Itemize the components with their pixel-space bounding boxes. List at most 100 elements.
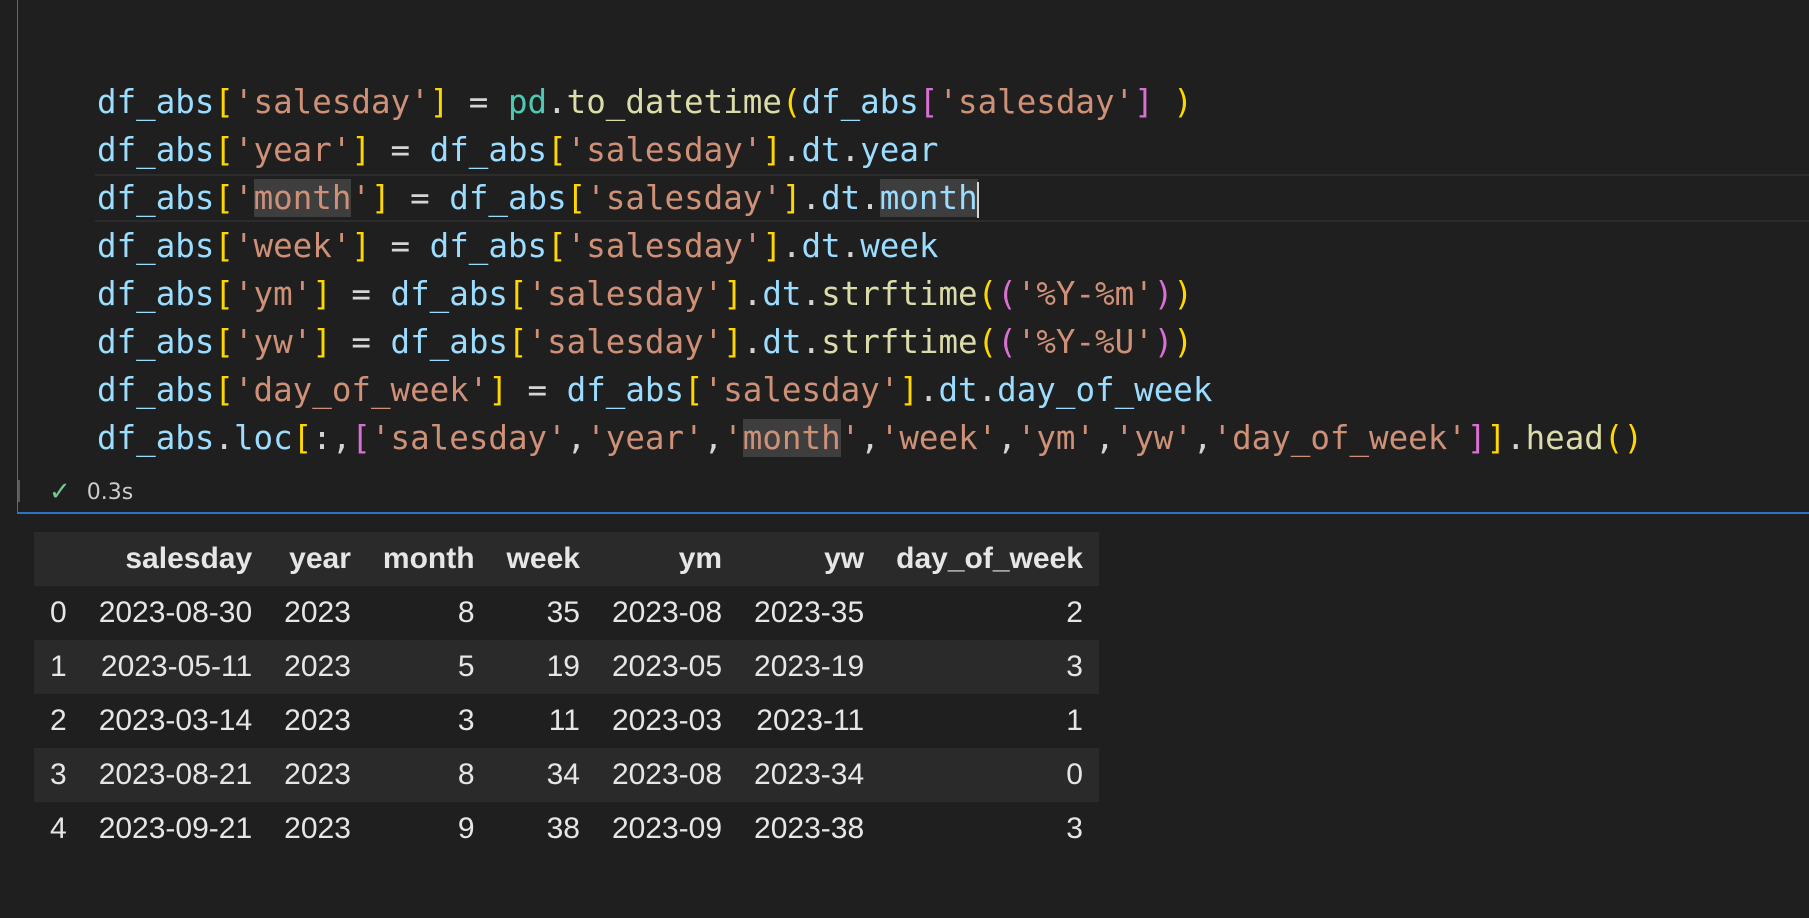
- table-cell: 8: [457, 596, 475, 629]
- cell-output: salesday year month week ym yw day_of_week 0 20…: [34, 532, 1099, 856]
- row-index: 1: [50, 650, 67, 683]
- column-header: salesday: [125, 542, 253, 575]
- row-index: 0: [50, 596, 67, 629]
- code-token: ,: [997, 419, 1017, 457]
- code-editor[interactable]: df_abs['salesday'] = pd.to_datetime(df_a…: [94, 78, 1809, 462]
- code-token: .: [547, 83, 567, 121]
- table-cell: 2023: [284, 704, 351, 737]
- code-token: 'salesday': [586, 179, 782, 217]
- table-cell: 2023-08-30: [98, 596, 253, 629]
- code-cell[interactable]: df_abs['salesday'] = pd.to_datetime(df_a…: [17, 0, 1809, 514]
- table-cell: 2023-08-21: [98, 758, 253, 791]
- code-line[interactable]: df_abs['year'] = df_abs['salesday'].dt.y…: [97, 126, 1643, 174]
- code-token: df_abs: [566, 371, 685, 409]
- code-line[interactable]: df_abs['day_of_week'] = df_abs['salesday…: [97, 366, 1643, 414]
- code-token: :,: [312, 419, 352, 457]
- column-header: year: [289, 542, 351, 575]
- text-cursor: [976, 182, 979, 218]
- code-token: week: [860, 227, 939, 265]
- code-token: to_datetime: [566, 83, 782, 121]
- code-token: ': [233, 179, 254, 217]
- code-line[interactable]: df_abs['ym'] = df_abs['salesday'].dt.str…: [97, 270, 1643, 318]
- code-token: [: [684, 371, 704, 409]
- code-token: ): [1153, 323, 1174, 361]
- code-line[interactable]: df_abs['yw'] = df_abs['salesday'].dt.str…: [97, 318, 1643, 366]
- cell-gutter-marker: [18, 480, 20, 502]
- code-token: ]: [488, 371, 508, 409]
- code-token: ): [1153, 275, 1174, 313]
- code-token: dt: [821, 179, 861, 217]
- code-token: 'week': [879, 419, 998, 457]
- code-token: [: [566, 179, 587, 217]
- code-token: [: [214, 227, 234, 265]
- code-token: df_abs: [390, 323, 508, 361]
- code-token: ]: [762, 227, 782, 265]
- code-token: dt: [801, 227, 841, 265]
- code-token: ': [840, 419, 861, 457]
- code-token: df_abs: [97, 83, 215, 121]
- code-token: (: [977, 275, 998, 313]
- code-token: ]: [781, 179, 802, 217]
- code-token: [: [547, 227, 567, 265]
- code-line[interactable]: df_abs['week'] = df_abs['salesday'].dt.w…: [97, 222, 1643, 270]
- code-token: .: [1506, 419, 1526, 457]
- table-cell: 2023-11: [756, 704, 865, 737]
- code-token: ]: [762, 131, 782, 169]
- table-cell: 2023-34: [754, 758, 865, 791]
- code-token: ): [1173, 323, 1193, 361]
- code-token: .: [742, 323, 763, 361]
- code-token: ]: [351, 227, 371, 265]
- code-token: =: [449, 83, 508, 121]
- code-token: [: [547, 131, 567, 169]
- code-token: df_abs: [97, 275, 215, 313]
- code-token: dt: [801, 131, 841, 169]
- code-token: ): [1173, 275, 1193, 313]
- code-token: '%Y-%m': [1016, 275, 1154, 313]
- code-token: =: [370, 131, 430, 169]
- code-token: 'salesday': [566, 131, 763, 169]
- code-token: (: [977, 323, 998, 361]
- code-token: ]: [351, 131, 371, 169]
- table-cell: 2023-03-14: [98, 704, 253, 737]
- code-token: ]: [723, 275, 743, 313]
- code-token: ,: [1192, 419, 1213, 457]
- table-cell: 2: [1066, 596, 1083, 629]
- code-token: ,: [566, 419, 587, 457]
- code-token: ]: [429, 83, 450, 121]
- code-token: 'week': [233, 227, 352, 265]
- code-token: ,: [860, 419, 880, 457]
- code-line[interactable]: df_abs.loc[:,['salesday','year','month',…: [97, 414, 1643, 462]
- code-token: ,: [703, 419, 724, 457]
- code-token: month: [742, 419, 841, 457]
- code-token: ): [1173, 83, 1193, 121]
- table-cell: 3: [1066, 812, 1083, 845]
- table-cell: 34: [546, 758, 580, 791]
- code-token: [: [918, 83, 939, 121]
- column-header: month: [382, 542, 475, 575]
- code-token: ]: [899, 371, 919, 409]
- code-token: 'salesday': [233, 83, 430, 121]
- code-token: ]: [723, 323, 743, 361]
- code-token: df_abs: [429, 227, 548, 265]
- code-token: 'yw': [1114, 419, 1193, 457]
- table-row: 3 2023-08-21 2023 8 34 2023-08 2023-34 0: [34, 748, 1099, 802]
- table-cell: 2023-08: [611, 596, 723, 629]
- code-token: pd: [507, 83, 548, 121]
- code-token: df_abs: [97, 371, 215, 409]
- code-token: 'day_of_week': [1212, 419, 1467, 457]
- code-token: .: [801, 275, 822, 313]
- code-token: strftime: [821, 323, 978, 361]
- code-token: df_abs: [97, 323, 215, 361]
- code-line[interactable]: df_abs['month'] = df_abs['salesday'].dt.…: [94, 174, 1809, 222]
- column-header: ym: [678, 542, 723, 575]
- code-token: ]: [1466, 419, 1487, 457]
- code-token: .: [214, 419, 234, 457]
- table-cell: 11: [548, 704, 580, 737]
- code-line[interactable]: df_abs['salesday'] = pd.to_datetime(df_a…: [97, 78, 1643, 126]
- code-token: 'ym': [233, 275, 313, 313]
- code-token: =: [370, 227, 430, 265]
- table-cell: 3: [1066, 650, 1083, 683]
- table-cell: 8: [457, 758, 475, 791]
- column-header: week: [506, 542, 580, 575]
